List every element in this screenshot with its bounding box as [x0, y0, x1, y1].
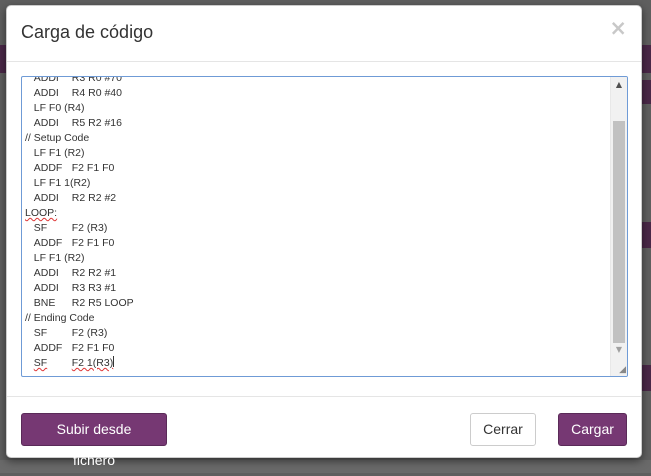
resize-grip-icon[interactable]: ◢	[616, 365, 626, 375]
code-line: // Setup Code	[25, 131, 609, 146]
code-line: SF F2 (R3)	[25, 326, 609, 341]
code-opcode: LF F1 1(R2)	[33, 177, 91, 189]
code-opcode: ADDI	[33, 282, 59, 294]
code-line: ADDF F2 F1 F0	[25, 236, 609, 251]
code-opcode: ADDF	[33, 162, 63, 174]
code-comment: // Setup Code	[25, 132, 90, 144]
code-line: ADDI R3 R0 #70	[25, 76, 609, 86]
code-opcode: LF F0 (R4)	[33, 102, 85, 114]
code-arguments: F2 F1 F0	[71, 237, 115, 249]
code-line: SF F2 (R3)	[25, 221, 609, 236]
code-opcode: ADDI	[33, 76, 59, 84]
code-line: ADDF F2 F1 F0	[25, 341, 609, 356]
code-line: // Ending Code	[25, 311, 609, 326]
code-arguments: F2 1(R3)	[71, 357, 114, 369]
background-panel	[642, 222, 651, 248]
dialog-header: Carga de código ×	[7, 6, 641, 62]
code-comment: // Ending Code	[25, 312, 95, 324]
code-arguments: F2 (R3)	[71, 327, 108, 339]
code-line: ADDF F2 F1 F0	[25, 161, 609, 176]
code-opcode: ADDI	[33, 267, 59, 279]
code-line: ADDI R3 R3 #1	[25, 281, 609, 296]
code-arguments: R2 R5 LOOP	[71, 297, 134, 309]
code-opcode: SF	[33, 222, 48, 234]
code-content: ADDI R3 R0 #70 ADDI R4 R0 #40 LF F0 (R4) A…	[25, 76, 609, 371]
code-label: LOOP:	[25, 207, 58, 219]
dialog-title: Carga de código	[21, 22, 154, 42]
code-arguments: F2 (R3)	[71, 222, 108, 234]
code-line: LF F1 (R2)	[25, 251, 609, 266]
code-line: LF F1 1(R2)	[25, 176, 609, 191]
code-opcode: LF F1 (R2)	[33, 147, 85, 159]
code-textarea[interactable]: ADDI R3 R0 #70 ADDI R4 R0 #40 LF F0 (R4) A…	[21, 76, 628, 377]
code-arguments: R2 R2 #2	[71, 192, 117, 204]
code-arguments: F2 F1 F0	[71, 342, 115, 354]
vertical-scrollbar[interactable]: ▲ ▼	[610, 77, 627, 376]
text-cursor	[113, 356, 115, 367]
background-panel	[642, 80, 651, 104]
code-opcode: ADDI	[33, 117, 59, 129]
scroll-up-arrow-icon[interactable]: ▲	[611, 77, 627, 93]
close-button[interactable]: Cerrar	[470, 413, 536, 446]
code-opcode: ADDI	[33, 192, 59, 204]
close-icon[interactable]: ×	[609, 18, 627, 39]
code-arguments: R2 R2 #1	[71, 267, 117, 279]
background-panel	[642, 365, 651, 391]
dialog-footer: Subir desde fichero Cerrar Cargar	[7, 396, 641, 468]
code-arguments: R3 R3 #1	[71, 282, 117, 294]
code-line: LOOP:	[25, 206, 609, 221]
code-line: BNE R2 R5 LOOP	[25, 296, 609, 311]
code-line: ADDI R2 R2 #1	[25, 266, 609, 281]
code-opcode: ADDF	[33, 342, 63, 354]
code-opcode: SF	[33, 327, 48, 339]
scroll-down-arrow-icon[interactable]: ▼	[611, 342, 627, 358]
code-arguments: R4 R0 #40	[71, 87, 122, 99]
code-line: ADDI R2 R2 #2	[25, 191, 609, 206]
code-line: ADDI R4 R0 #40	[25, 86, 609, 101]
code-line: ADDI R5 R2 #16	[25, 116, 609, 131]
code-opcode: BNE	[33, 297, 56, 309]
code-load-dialog: Carga de código × ADDI R3 R0 #70 ADDI R4 R…	[6, 5, 642, 468]
code-arguments: R5 R2 #16	[71, 117, 122, 129]
code-line: SF F2 1(R3)	[25, 356, 609, 371]
code-arguments: R3 R0 #70	[71, 76, 122, 84]
code-opcode: SF	[33, 357, 48, 369]
upload-from-file-button[interactable]: Subir desde fichero	[21, 413, 167, 468]
code-opcode: ADDF	[33, 237, 63, 249]
code-opcode: ADDI	[33, 87, 59, 99]
load-button[interactable]: Cargar	[558, 413, 627, 446]
background-panel	[642, 45, 651, 73]
code-line: LF F1 (R2)	[25, 146, 609, 161]
code-arguments: F2 F1 F0	[71, 162, 115, 174]
code-line: LF F0 (R4)	[25, 101, 609, 116]
scroll-thumb[interactable]	[613, 121, 625, 343]
code-opcode: LF F1 (R2)	[33, 252, 85, 264]
